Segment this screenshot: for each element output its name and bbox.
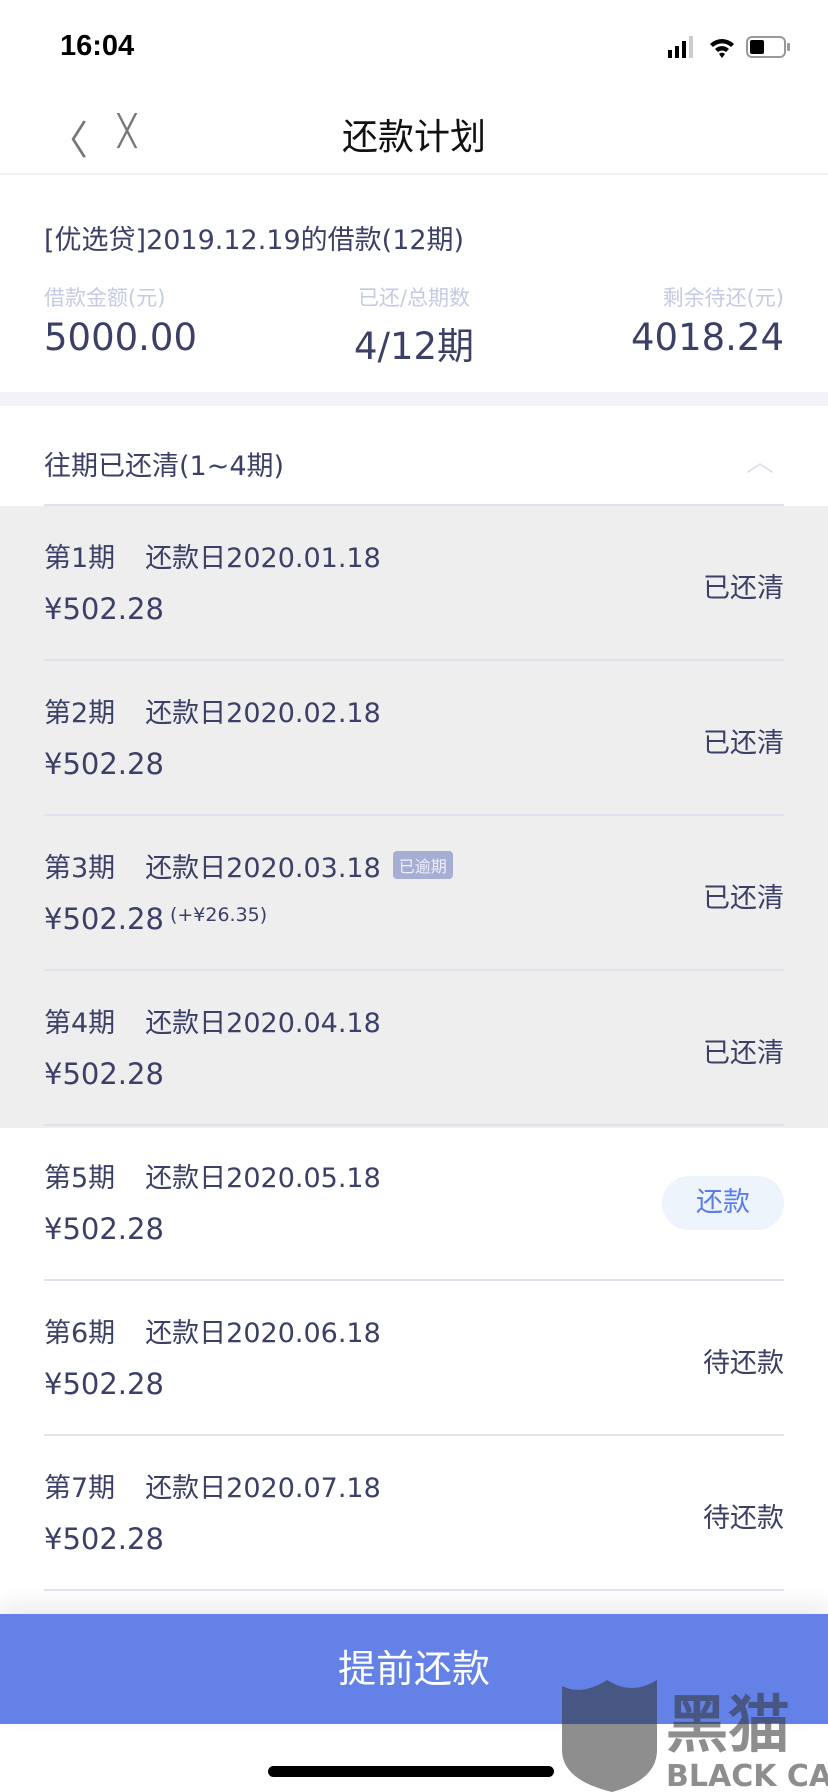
due-date: 还款日2020.05.18	[145, 1163, 381, 1194]
installment-row: 第6期 还款日2020.06.18 ¥502.28 待还款	[0, 1281, 828, 1436]
amount: ¥502.28	[44, 902, 164, 936]
status-icons	[668, 36, 790, 58]
due-date: 还款日2020.04.18	[145, 1008, 381, 1039]
summary-value-remaining: 4018.24	[630, 316, 784, 359]
installment-row: 第3期 还款日2020.03.18 已逾期 ¥502.28 (+¥26.35) 已还清	[0, 816, 828, 971]
status-text: 待还款	[703, 1503, 784, 1534]
wifi-icon	[710, 39, 734, 58]
installment-row: 第1期 还款日2020.01.18 ¥502.28 已还清	[0, 506, 828, 661]
paid-section-toggle[interactable]: 往期已还清(1~4期) ︿	[0, 406, 828, 506]
black-cat-watermark: 黑猫 BLACK CAT	[562, 1680, 828, 1792]
battery-icon	[746, 36, 790, 58]
loan-title: [优选贷]2019.12.19的借款(12期)	[44, 225, 465, 256]
period-label: 第5期	[44, 1163, 116, 1194]
section-gap	[0, 392, 828, 406]
status-text: 待还款	[703, 1348, 784, 1379]
period-label: 第1期	[44, 543, 116, 574]
signal-icon	[668, 36, 693, 58]
installment-row: 第7期 还款日2020.07.18 ¥502.28 待还款	[0, 1436, 828, 1591]
svg-text:黑猫: 黑猫	[666, 1688, 790, 1761]
amount: ¥502.28	[44, 1212, 164, 1246]
chevron-up-icon[interactable]: ︿	[746, 440, 774, 480]
status-text: 已还清	[703, 883, 784, 914]
status-text: 已还清	[703, 1038, 784, 1069]
amount: ¥502.28	[44, 1367, 164, 1401]
penalty-amount: (+¥26.35)	[169, 904, 268, 926]
nav-bar: 〈 ╳ 还款计划	[0, 90, 828, 175]
amount: ¥502.28	[44, 1057, 164, 1091]
status-time: 16:04	[60, 30, 135, 62]
period-label: 第4期	[44, 1008, 116, 1039]
paid-section-title: 往期已还清(1~4期)	[44, 451, 285, 482]
installment-row: 第5期 还款日2020.05.18 ¥502.28 还款	[0, 1126, 828, 1281]
period-label: 第3期	[44, 853, 116, 884]
home-indicator	[268, 1766, 554, 1777]
due-date: 还款日2020.03.18	[145, 853, 381, 884]
period-label: 第6期	[44, 1318, 116, 1349]
summary-label-remaining: 剩余待还(元)	[662, 286, 784, 310]
installment-row: 第2期 还款日2020.02.18 ¥502.28 已还清	[0, 661, 828, 816]
installment-row: 第4期 还款日2020.04.18 ¥502.28 已还清	[0, 971, 828, 1126]
overdue-badge: 已逾期	[392, 851, 453, 879]
repay-button[interactable]: 还款	[662, 1176, 784, 1230]
due-date: 还款日2020.06.18	[145, 1318, 381, 1349]
period-label: 第2期	[44, 698, 116, 729]
amount: ¥502.28	[44, 592, 164, 626]
due-date: 还款日2020.02.18	[145, 698, 381, 729]
due-date: 还款日2020.07.18	[145, 1473, 381, 1504]
due-date: 还款日2020.01.18	[145, 543, 381, 574]
amount: ¥502.28	[44, 1522, 164, 1556]
svg-text:BLACK CAT: BLACK CAT	[666, 1759, 828, 1792]
page-title: 还款计划	[341, 117, 486, 158]
status-text: 已还清	[703, 573, 784, 604]
divider	[44, 1589, 784, 1591]
amount: ¥502.28	[44, 747, 164, 781]
period-label: 第7期	[44, 1473, 116, 1504]
status-text: 已还清	[703, 728, 784, 759]
